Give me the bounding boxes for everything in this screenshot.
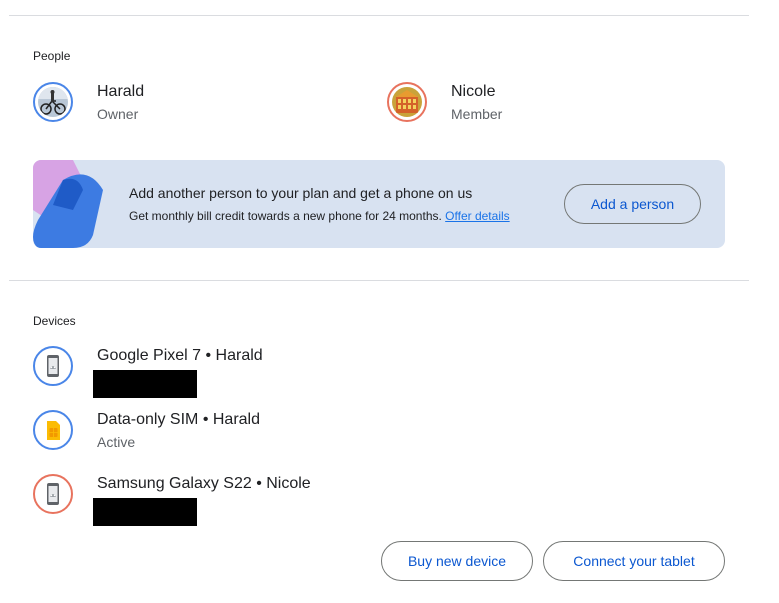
device-google-pixel-7[interactable]: Google Pixel 7 • Harald bbox=[33, 346, 433, 398]
device-avatar bbox=[33, 474, 73, 514]
promo-subtext: Get monthly bill credit towards a new ph… bbox=[129, 209, 510, 223]
top-divider bbox=[9, 15, 749, 16]
offer-details-link[interactable]: Offer details bbox=[445, 209, 509, 223]
device-avatar bbox=[33, 410, 73, 450]
building-photo-icon bbox=[392, 87, 422, 117]
people-section-title: People bbox=[33, 49, 71, 63]
android-phone-icon bbox=[38, 479, 68, 509]
redacted-block bbox=[93, 498, 197, 526]
promo-subtext-body: Get monthly bill credit towards a new ph… bbox=[129, 209, 442, 223]
promo-illustration-icon bbox=[33, 160, 103, 248]
add-person-button[interactable]: Add a person bbox=[564, 184, 701, 224]
section-divider bbox=[9, 280, 749, 281]
person-with-bicycle-photo-icon bbox=[38, 87, 68, 117]
person-role: Member bbox=[451, 106, 503, 122]
device-avatar bbox=[33, 346, 73, 386]
avatar bbox=[33, 82, 73, 122]
connect-tablet-button[interactable]: Connect your tablet bbox=[543, 541, 725, 581]
device-samsung-galaxy-s22[interactable]: Samsung Galaxy S22 • Nicole bbox=[33, 474, 433, 526]
person-harald[interactable]: Harald Owner bbox=[33, 82, 333, 122]
devices-section-title: Devices bbox=[33, 314, 76, 328]
person-name: Nicole bbox=[451, 83, 496, 100]
avatar bbox=[387, 82, 427, 122]
buy-new-device-button[interactable]: Buy new device bbox=[381, 541, 533, 581]
device-name: Samsung Galaxy S22 • Nicole bbox=[97, 475, 311, 492]
sim-card-icon bbox=[38, 415, 68, 445]
person-role: Owner bbox=[97, 106, 139, 122]
person-nicole[interactable]: Nicole Member bbox=[387, 82, 687, 122]
redacted-block bbox=[93, 370, 197, 398]
promo-headline: Add another person to your plan and get … bbox=[129, 185, 473, 201]
android-phone-icon bbox=[38, 351, 68, 381]
device-status: Active bbox=[97, 434, 136, 450]
device-name: Google Pixel 7 • Harald bbox=[97, 347, 263, 364]
add-person-promo-banner: Add another person to your plan and get … bbox=[33, 160, 725, 248]
device-data-only-sim[interactable]: Data-only SIM • Harald Active bbox=[33, 410, 433, 450]
device-name: Data-only SIM • Harald bbox=[97, 411, 260, 428]
person-name: Harald bbox=[97, 83, 145, 100]
